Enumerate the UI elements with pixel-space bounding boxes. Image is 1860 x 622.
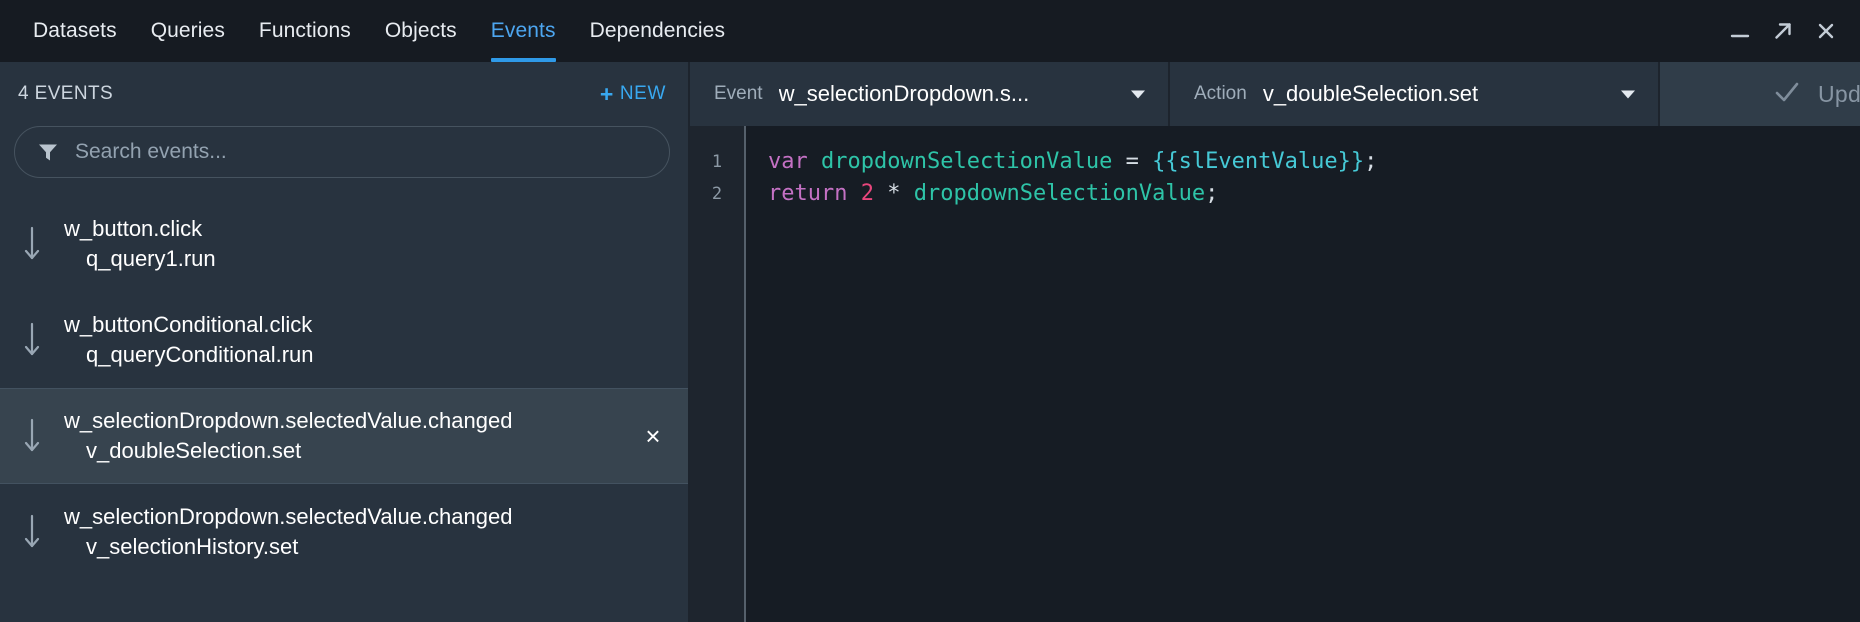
- event-detail-pane: Event w_selectionDropdown.s... Action v_…: [690, 62, 1860, 622]
- code-token: =: [1112, 149, 1153, 174]
- main-body: 4 EVENTS + NEW w_button.click q_query1.ru…: [0, 62, 1860, 622]
- expand-icon[interactable]: [1771, 19, 1795, 43]
- plus-icon: +: [599, 80, 614, 107]
- list-item[interactable]: w_selectionDropdown.selectedValue.change…: [0, 388, 688, 484]
- arrow-down-icon: [0, 220, 64, 268]
- sidebar-header: 4 EVENTS + NEW: [0, 62, 688, 126]
- code-line: var dropdownSelectionValue = {{slEventVa…: [768, 146, 1860, 178]
- search-input[interactable]: [75, 140, 649, 164]
- close-icon[interactable]: [1814, 19, 1838, 43]
- code-content[interactable]: var dropdownSelectionValue = {{slEventVa…: [746, 126, 1860, 622]
- tab-datasets[interactable]: Datasets: [16, 0, 134, 62]
- list-item-text: w_buttonConditional.click q_queryConditio…: [64, 310, 618, 371]
- code-token: 2: [860, 181, 874, 206]
- list-item[interactable]: w_button.click q_query1.run: [0, 196, 688, 292]
- event-action: q_queryConditional.run: [86, 342, 314, 367]
- event-name: w_selectionDropdown.selectedValue.change…: [64, 407, 513, 433]
- code-token: {{slEventValue}}: [1152, 149, 1365, 174]
- detail-toolbar: Event w_selectionDropdown.s... Action v_…: [690, 62, 1860, 126]
- code-editor[interactable]: 12 var dropdownSelectionValue = {{slEven…: [690, 126, 1860, 622]
- remove-event-icon[interactable]: ×: [618, 421, 688, 452]
- action-dropdown-value: v_doubleSelection.set: [1262, 81, 1479, 106]
- chevron-down-icon: [1102, 84, 1148, 104]
- arrow-down-icon: [0, 316, 64, 364]
- code-token: ;: [1205, 181, 1219, 206]
- list-item-text: w_button.click q_query1.run: [64, 214, 618, 275]
- tab-dependencies[interactable]: Dependencies: [573, 0, 742, 62]
- code-token: return: [768, 181, 848, 206]
- code-token: ;: [1364, 149, 1378, 174]
- arrow-down-icon: [0, 412, 64, 460]
- code-token: dropdownSelectionValue: [821, 149, 1113, 174]
- line-number: 2: [711, 184, 723, 204]
- new-event-button[interactable]: + NEW: [599, 80, 666, 107]
- event-name: w_selectionDropdown.selectedValue.change…: [64, 503, 513, 529]
- app-window: Datasets Queries Functions Objects Events Dep…: [0, 0, 1860, 622]
- event-dropdown-value: w_selectionDropdown.s...: [778, 81, 1030, 106]
- event-name: w_buttonConditional.click: [64, 311, 313, 337]
- event-dropdown[interactable]: Event w_selectionDropdown.s...: [690, 62, 1170, 126]
- tab-queries[interactable]: Queries: [134, 0, 242, 62]
- window-controls: [1728, 0, 1860, 62]
- code-token: *: [873, 181, 914, 206]
- event-action: v_selectionHistory.set: [86, 534, 299, 559]
- action-dropdown-label: Action: [1194, 83, 1247, 104]
- tab-list: Datasets Queries Functions Objects Events Dep…: [0, 0, 742, 62]
- tab-label: Datasets: [33, 19, 117, 42]
- top-tab-bar: Datasets Queries Functions Objects Events Dep…: [0, 0, 1860, 62]
- tab-label: Functions: [258, 19, 351, 42]
- tab-objects[interactable]: Objects: [368, 0, 474, 62]
- list-item[interactable]: w_buttonConditional.click q_queryConditio…: [0, 292, 688, 388]
- chevron-down-icon: [1592, 84, 1638, 104]
- filter-funnel-icon: [35, 139, 61, 165]
- tab-label: Queries: [150, 19, 225, 42]
- line-number: 1: [711, 152, 723, 172]
- updated-label: Updated: [1817, 80, 1860, 107]
- events-count-label: 4 EVENTS: [18, 83, 114, 104]
- updated-button[interactable]: Updated: [1660, 62, 1860, 126]
- check-icon: [1773, 78, 1801, 111]
- tab-label: Objects: [384, 19, 457, 42]
- code-token: dropdownSelectionValue: [913, 181, 1206, 206]
- action-dropdown[interactable]: Action v_doubleSelection.set: [1170, 62, 1660, 126]
- tab-events[interactable]: Events: [474, 0, 573, 62]
- tab-label: Dependencies: [589, 19, 726, 42]
- list-item-text: w_selectionDropdown.selectedValue.change…: [64, 502, 618, 563]
- event-dropdown-label: Event: [714, 83, 763, 104]
- event-name: w_button.click: [64, 215, 203, 241]
- events-sidebar: 4 EVENTS + NEW w_button.click q_query1.ru…: [0, 62, 690, 622]
- arrow-down-icon: [0, 508, 64, 556]
- line-number-gutter: 12: [690, 126, 746, 622]
- search-events-field[interactable]: [14, 126, 670, 178]
- list-item-text: w_selectionDropdown.selectedValue.change…: [64, 406, 618, 467]
- event-action: q_query1.run: [86, 246, 216, 271]
- tab-functions[interactable]: Functions: [242, 0, 368, 62]
- code-line: return 2 * dropdownSelectionValue;: [768, 178, 1860, 210]
- tab-label: Events: [490, 19, 556, 42]
- events-list: w_button.click q_query1.run w_buttonCondit…: [0, 196, 688, 622]
- minimize-icon[interactable]: [1728, 19, 1752, 43]
- event-action: v_doubleSelection.set: [86, 438, 302, 463]
- new-event-label: NEW: [619, 83, 666, 104]
- code-token: var: [768, 149, 808, 174]
- list-item[interactable]: w_selectionDropdown.selectedValue.change…: [0, 484, 688, 580]
